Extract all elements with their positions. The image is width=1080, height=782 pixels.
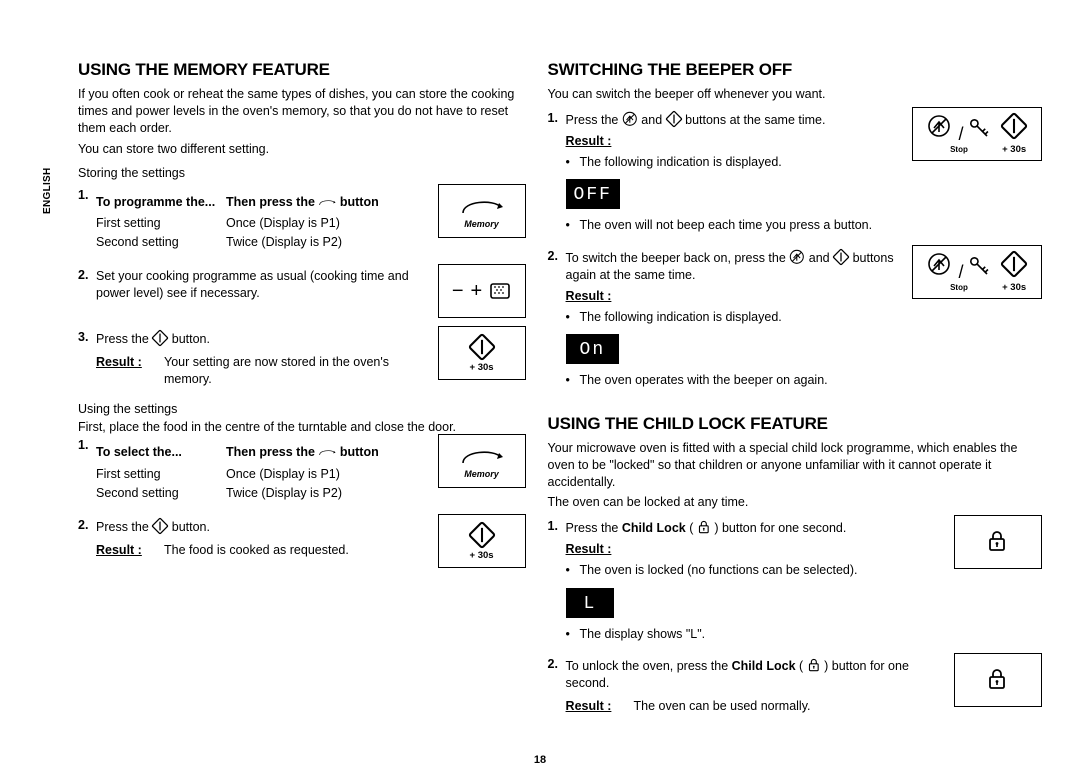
stop-icon: [927, 252, 953, 278]
stop-start-box: / Stop + 30s: [912, 107, 1042, 161]
use-step-2: Press the button. Result : The food is c…: [96, 518, 432, 559]
beeper-result-2a: The following indication is displayed.: [566, 309, 906, 327]
start-icon: [833, 249, 849, 265]
display-l: L: [566, 588, 615, 618]
memory-icon: [459, 443, 505, 467]
memory-intro: If you often cook or reheat the same typ…: [78, 86, 526, 137]
memory-button-box: Memory: [438, 184, 526, 238]
memory-icon: [459, 193, 505, 217]
left-column: USING THE MEMORY FEATURE If you often co…: [30, 50, 526, 762]
using-label: Using the settings: [78, 402, 526, 416]
lock-result-1a: The oven is locked (no functions can be …: [566, 562, 948, 580]
start-button-box-2: + 30s: [438, 514, 526, 568]
stop-icon: [927, 114, 953, 140]
tbl2-h1: To select the...: [96, 442, 226, 465]
stop-label: Stop: [927, 145, 991, 154]
lock-step-1: Press the Child Lock ( ) button for one …: [566, 519, 948, 647]
page-number: 18: [0, 754, 1080, 766]
memory-intro-2: You can store two different setting.: [78, 141, 526, 158]
tbl2-h2: Then press the button: [226, 442, 416, 465]
tbl2-r2c2: Twice (Display is P2): [226, 484, 416, 503]
display-off: OFF: [566, 179, 620, 209]
memory-label: Memory: [464, 469, 499, 479]
use-step2-result: The food is cooked as requested.: [164, 542, 349, 559]
right-column: SWITCHING THE BEEPER OFF You can switch …: [548, 50, 1042, 762]
memory-icon: [318, 197, 336, 209]
beeper-intro: You can switch the beeper off whenever y…: [548, 86, 1042, 103]
tbl2-r1c2: Once (Display is P1): [226, 465, 416, 484]
result-label: Result :: [96, 542, 164, 559]
tbl1-r2c2: Twice (Display is P2): [226, 233, 416, 252]
beeper-result-1b: The oven will not beep each time you pre…: [566, 217, 906, 235]
storing-label: Storing the settings: [78, 166, 526, 180]
lock-button-box: [954, 515, 1042, 569]
stop-start-box-2: / Stop + 30s: [912, 245, 1042, 299]
plus-30s-label: + 30s: [1001, 282, 1027, 293]
using-intro: First, place the food in the centre of t…: [78, 420, 526, 434]
beeper-result-2b: The oven operates with the beeper on aga…: [566, 372, 906, 390]
lock-icon: [986, 528, 1010, 556]
store-step-3: Press the button. Result : Your setting …: [96, 330, 432, 388]
power-icon: [489, 280, 511, 302]
key-icon: [969, 118, 991, 140]
memory-button-box-2: Memory: [438, 434, 526, 488]
store-step3-result: Your setting are now stored in the oven'…: [164, 354, 432, 388]
lock-icon: [807, 657, 821, 673]
result-label: Result :: [566, 289, 612, 303]
result-label: Result :: [566, 698, 634, 715]
result-label: Result :: [96, 354, 164, 388]
start-icon: [666, 111, 682, 127]
tbl1-r1c2: Once (Display is P1): [226, 214, 416, 233]
time-power-box: − +: [438, 264, 526, 318]
lock-result-1b: The display shows "L".: [566, 626, 948, 644]
memory-label: Memory: [464, 219, 499, 229]
result-label: Result :: [566, 134, 612, 148]
start-icon: [152, 330, 168, 346]
tbl1-r1c1: First setting: [96, 214, 226, 233]
stop-icon: [622, 111, 638, 127]
tbl1-r2c2-a: Second setting: [96, 233, 226, 252]
lock-step-2: To unlock the oven, press the Child Lock…: [566, 657, 948, 715]
lock-intro: Your microwave oven is fitted with a spe…: [548, 440, 1042, 491]
tbl1-h1: To programme the...: [96, 192, 226, 215]
start-icon: [1001, 113, 1027, 139]
lock-icon: [697, 519, 711, 535]
start-button-box: + 30s: [438, 326, 526, 380]
heading-childlock: USING THE CHILD LOCK FEATURE: [548, 414, 1042, 434]
store-step-2: Set your cooking programme as usual (coo…: [96, 268, 432, 302]
start-icon: [152, 518, 168, 534]
start-icon: [1001, 251, 1027, 277]
stop-icon: [789, 249, 805, 265]
lock-intro-2: The oven can be locked at any time.: [548, 494, 1042, 511]
beeper-result-1a: The following indication is displayed.: [566, 154, 906, 172]
start-icon: [469, 334, 495, 360]
plus-30s-label: + 30s: [470, 550, 494, 561]
stop-label: Stop: [927, 283, 991, 292]
minus-icon: −: [452, 280, 464, 303]
beeper-step-2: To switch the beeper back on, press the …: [566, 249, 906, 394]
plus-30s-label: + 30s: [470, 362, 494, 373]
display-on: On: [566, 334, 620, 364]
tbl2-r1c1: First setting: [96, 465, 226, 484]
memory-icon: [318, 447, 336, 459]
plus-icon: +: [471, 280, 483, 303]
manual-page: ENGLISH USING THE MEMORY FEATURE If you …: [0, 0, 1080, 782]
heading-beeper: SWITCHING THE BEEPER OFF: [548, 60, 1042, 80]
heading-memory: USING THE MEMORY FEATURE: [78, 60, 526, 80]
beeper-step-1: Press the and buttons at the same time. …: [566, 111, 906, 239]
key-icon: [969, 256, 991, 278]
lock-button-box-2: [954, 653, 1042, 707]
plus-30s-label: + 30s: [1001, 144, 1027, 155]
lock-step2-result: The oven can be used normally.: [634, 698, 811, 715]
tbl1-h2: Then press the button: [226, 192, 416, 215]
tbl2-r2c1: Second setting: [96, 484, 226, 503]
lock-icon: [986, 666, 1010, 694]
start-icon: [469, 522, 495, 548]
result-label: Result :: [566, 542, 612, 556]
